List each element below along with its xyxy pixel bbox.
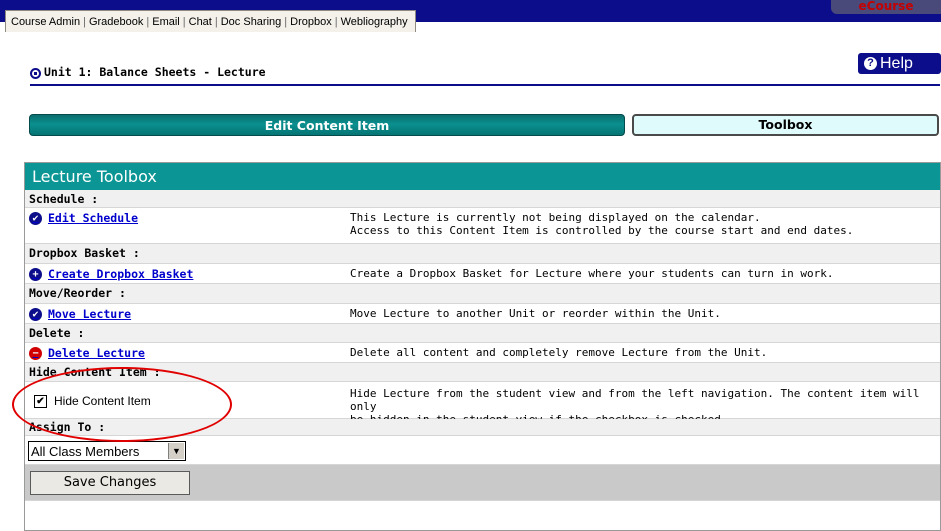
tab-dropbox[interactable]: Dropbox xyxy=(287,16,335,28)
dropdown-arrow-icon[interactable]: ▼ xyxy=(168,443,184,459)
edit-schedule-label: Edit Schedule xyxy=(48,211,139,225)
save-row: Save Changes xyxy=(25,465,940,501)
create-dropbox-basket-label: Create Dropbox Basket xyxy=(48,267,194,281)
section-title: Schedule : xyxy=(29,192,99,206)
dropbox-description: Create a Dropbox Basket for Lecture wher… xyxy=(350,267,834,280)
assign-to-value: All Class Members xyxy=(31,443,140,459)
section-header-schedule: Schedule : xyxy=(25,190,940,208)
minus-circle-icon: − xyxy=(29,346,42,360)
section-header-move: Move/Reorder : xyxy=(25,284,940,304)
check-circle-icon: ✔ xyxy=(29,211,42,225)
section-row-schedule: ✔ Edit Schedule This Lecture is currentl… xyxy=(25,208,940,244)
section-title: Hide Content Item : xyxy=(29,365,161,379)
assign-to-select[interactable]: All Class Members ▼ xyxy=(28,441,186,461)
move-description: Move Lecture to another Unit or reorder … xyxy=(350,307,721,320)
tab-course-admin[interactable]: Course Admin xyxy=(8,16,83,28)
tab-gradebook[interactable]: Gradebook xyxy=(86,16,146,28)
panel-title: Lecture Toolbox xyxy=(25,163,940,190)
move-lecture-link[interactable]: ✔ Move Lecture xyxy=(29,307,131,321)
schedule-description: This Lecture is currently not being disp… xyxy=(350,211,853,237)
delete-description: Delete all content and completely remove… xyxy=(350,346,768,359)
unit-bullet-icon xyxy=(30,68,41,79)
course-tools-tabbar: Course Admin | Gradebook | Email | Chat | Do… xyxy=(5,10,416,32)
save-changes-button[interactable]: Save Changes xyxy=(30,471,190,495)
section-row-assign: All Class Members ▼ xyxy=(25,436,940,465)
checkbox-checked-icon: ✔ xyxy=(34,394,47,408)
delete-lecture-label: Delete Lecture xyxy=(48,346,145,360)
section-title: Dropbox Basket : xyxy=(29,246,140,260)
schedule-desc-line1: This Lecture is currently not being disp… xyxy=(350,211,761,224)
ecourse-logo: eCourse xyxy=(831,0,941,14)
section-header-delete: Delete : xyxy=(25,324,940,343)
section-row-delete: − Delete Lecture Delete all content and … xyxy=(25,343,940,363)
tab-chat[interactable]: Chat xyxy=(186,16,215,28)
hide-content-item-checkbox[interactable]: ✔ Hide Content Item xyxy=(34,394,151,408)
schedule-desc-line2: Access to this Content Item is controlle… xyxy=(350,224,854,237)
section-header-hide: Hide Content Item : xyxy=(25,363,940,382)
page-title: Unit 1: Balance Sheets - Lecture xyxy=(44,65,266,79)
section-row-hide: ✔ Hide Content Item Hide Lecture from th… xyxy=(25,382,940,426)
tab-doc-sharing[interactable]: Doc Sharing xyxy=(218,16,285,28)
tab-toolbox[interactable]: Toolbox xyxy=(632,114,939,136)
edit-schedule-link[interactable]: ✔ Edit Schedule xyxy=(29,211,138,225)
section-header-dropbox: Dropbox Basket : xyxy=(25,244,940,264)
section-title: Delete : xyxy=(29,326,85,340)
tab-edit-content-item[interactable]: Edit Content Item xyxy=(29,114,625,136)
delete-lecture-link[interactable]: − Delete Lecture xyxy=(29,346,145,360)
unit-header: Unit 1: Balance Sheets - Lecture xyxy=(30,64,940,86)
hide-content-item-label: Hide Content Item xyxy=(54,394,151,408)
section-title: Move/Reorder : xyxy=(29,286,126,300)
lecture-toolbox-panel: Lecture Toolbox Schedule : ✔ Edit Schedu… xyxy=(24,162,941,531)
create-dropbox-basket-link[interactable]: + Create Dropbox Basket xyxy=(29,267,193,281)
check-circle-icon: ✔ xyxy=(29,307,42,321)
tab-email[interactable]: Email xyxy=(149,16,183,28)
section-row-dropbox: + Create Dropbox Basket Create a Dropbox… xyxy=(25,264,940,284)
plus-circle-icon: + xyxy=(29,267,42,281)
section-header-assign: Assign To : xyxy=(25,419,940,436)
section-row-move: ✔ Move Lecture Move Lecture to another U… xyxy=(25,304,940,324)
section-title: Assign To : xyxy=(29,420,106,434)
hide-desc-line1: Hide Lecture from the student view and f… xyxy=(350,387,920,413)
move-lecture-label: Move Lecture xyxy=(48,307,132,321)
tab-webliography[interactable]: Webliography xyxy=(338,16,411,28)
